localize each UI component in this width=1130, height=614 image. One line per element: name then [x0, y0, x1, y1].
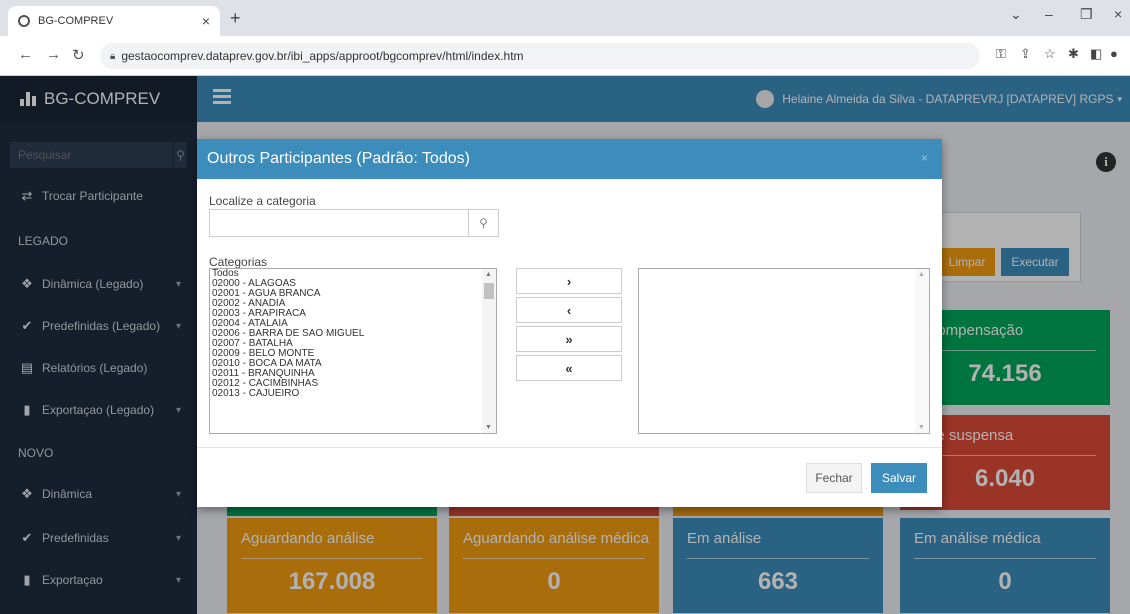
- browser-tab[interactable]: BG-COMPREV ×: [8, 6, 220, 36]
- category-search: ⚲: [209, 209, 499, 237]
- participants-modal: Outros Participantes (Padrão: Todos) × L…: [197, 139, 942, 507]
- extensions-icon[interactable]: ✱: [1068, 46, 1079, 62]
- listbox-scrollbar[interactable]: ▲ ▼: [915, 269, 929, 433]
- salvar-button[interactable]: Salvar: [871, 463, 927, 493]
- restore-button[interactable]: ❐: [1080, 6, 1093, 23]
- scroll-up-icon[interactable]: ▲: [485, 271, 492, 278]
- globe-icon: [18, 15, 30, 27]
- address-bar[interactable]: 🔒︎ gestaocomprev.dataprev.gov.br/ibi_app…: [100, 43, 980, 69]
- fechar-button[interactable]: Fechar: [806, 463, 862, 493]
- key-icon[interactable]: ⚿: [996, 46, 1006, 62]
- move-right-button[interactable]: ›: [516, 268, 622, 294]
- categorias-label: Categorias: [209, 255, 268, 269]
- localize-label: Localize a categoria: [209, 194, 316, 208]
- profile-icon[interactable]: ●: [1110, 46, 1118, 61]
- listbox-scrollbar[interactable]: ▲ ▼: [482, 269, 496, 433]
- close-icon[interactable]: ×: [921, 151, 928, 165]
- back-icon[interactable]: ←: [18, 46, 33, 63]
- move-all-left-button[interactable]: «: [516, 355, 622, 381]
- selected-listbox[interactable]: ▲ ▼: [638, 268, 930, 434]
- reload-icon[interactable]: ↻: [72, 46, 85, 64]
- minimize-button[interactable]: –: [1045, 6, 1053, 22]
- browser-toolbar: ← → ↻ 🔒︎ gestaocomprev.dataprev.gov.br/i…: [0, 36, 1130, 76]
- category-search-input[interactable]: [210, 210, 468, 236]
- search-icon[interactable]: ⚲: [468, 210, 498, 236]
- share-icon[interactable]: ⇪: [1020, 46, 1031, 62]
- categories-listbox[interactable]: Todos 02000 - ALAGOAS 02001 - AGUA BRANC…: [209, 268, 497, 434]
- scroll-down-icon[interactable]: ▼: [485, 424, 492, 431]
- modal-footer: Fechar Salvar: [197, 447, 942, 507]
- move-all-right-button[interactable]: »: [516, 326, 622, 352]
- move-left-button[interactable]: ‹: [516, 297, 622, 323]
- star-icon[interactable]: ☆: [1044, 46, 1056, 62]
- lock-icon: 🔒︎: [110, 50, 116, 62]
- modal-title: Outros Participantes (Padrão: Todos): [207, 150, 470, 167]
- scroll-up-icon[interactable]: ▲: [918, 271, 925, 278]
- scroll-thumb[interactable]: [484, 283, 494, 299]
- close-window-button[interactable]: ×: [1114, 6, 1122, 22]
- forward-icon[interactable]: →: [46, 46, 61, 63]
- close-tab-icon[interactable]: ×: [202, 13, 210, 29]
- new-tab-button[interactable]: +: [230, 8, 241, 29]
- browser-tabbar: BG-COMPREV × + ⌄ – ❐ ×: [0, 0, 1130, 36]
- url-text: gestaocomprev.dataprev.gov.br/ibi_apps/a…: [121, 49, 524, 63]
- app: BG-COMPREV ⚲ ⇄ Trocar Participante LEGAD…: [0, 76, 1130, 614]
- list-item[interactable]: 02013 - CAJUEIRO: [210, 389, 496, 399]
- modal-header: Outros Participantes (Padrão: Todos) ×: [197, 139, 942, 179]
- tab-title: BG-COMPREV: [38, 15, 114, 27]
- tab-search-icon[interactable]: ⌄: [1010, 6, 1022, 23]
- scroll-down-icon[interactable]: ▼: [918, 424, 925, 431]
- sidepanel-icon[interactable]: ◧: [1090, 46, 1102, 62]
